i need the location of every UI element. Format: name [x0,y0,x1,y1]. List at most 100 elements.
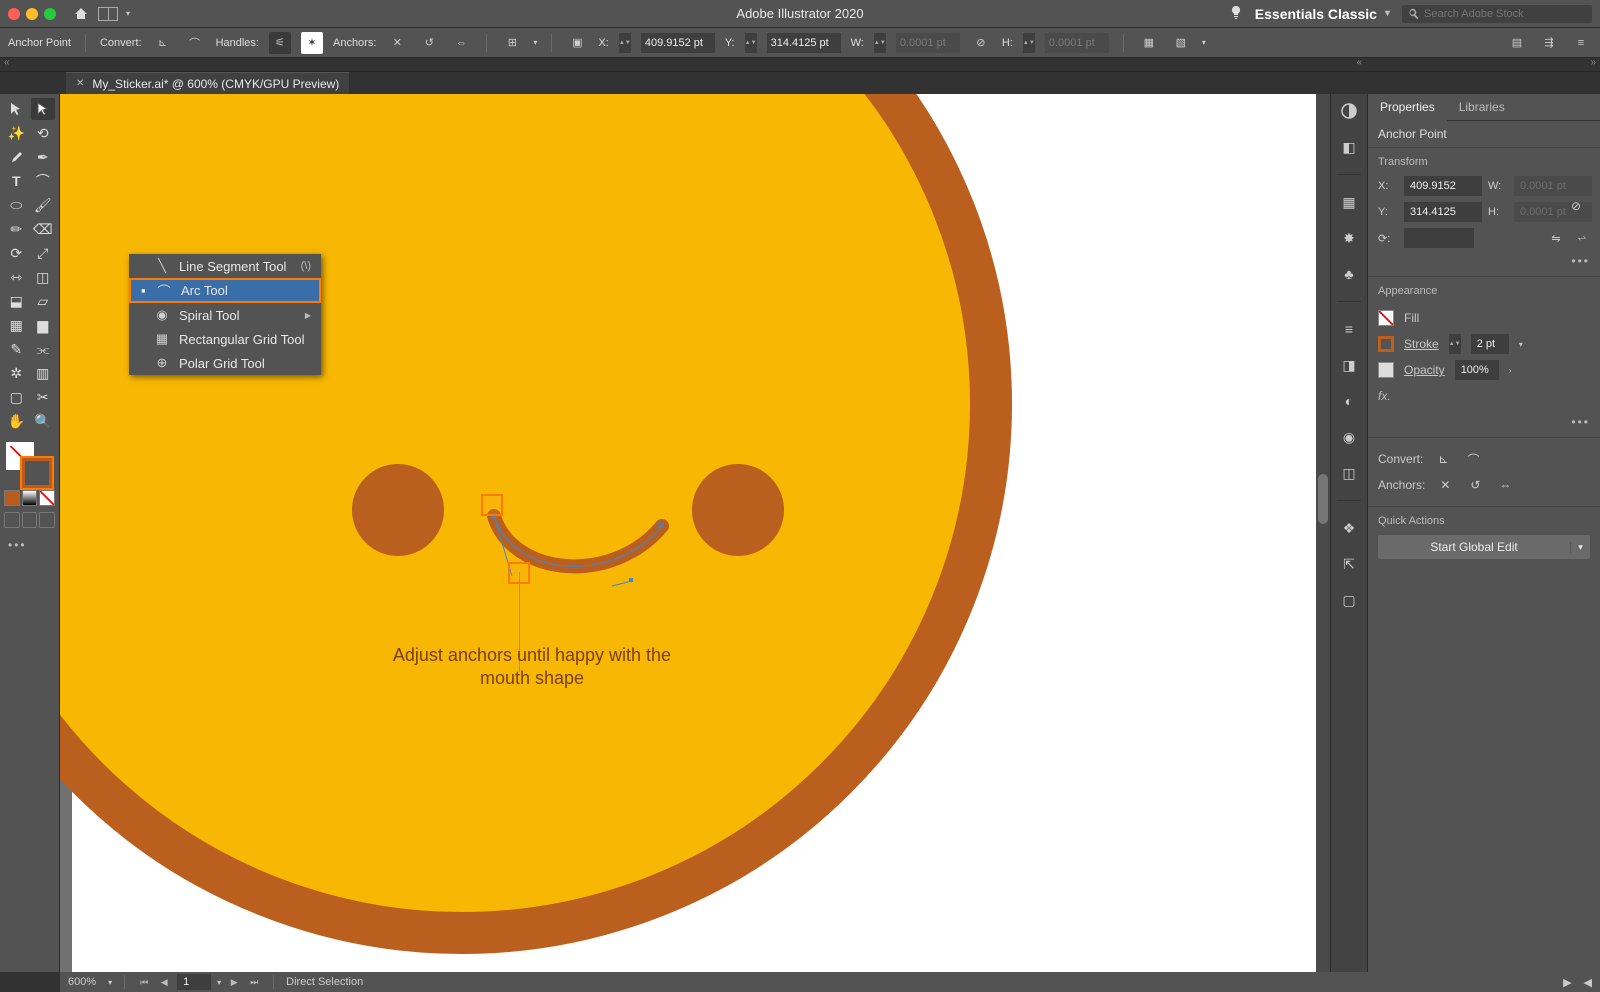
convert-to-smooth-icon[interactable]: ⌒ [184,32,206,54]
convert-to-corner-icon[interactable]: ⊾ [152,32,174,54]
discover-icon[interactable] [1229,5,1243,23]
flyout-polar-grid[interactable]: ⊕ Polar Grid Tool [129,351,321,375]
reference-point-icon[interactable]: ▣ [566,32,588,54]
align-panel-icon[interactable]: ▤ [1506,32,1528,54]
tf-angle-value[interactable] [1404,228,1474,248]
left-eye-shape[interactable] [352,464,444,556]
edit-mask-icon[interactable]: ▧ [1170,32,1192,54]
curvature-tool-icon[interactable]: ✒ [31,146,56,168]
paintbrush-tool-icon[interactable]: 🖌 [31,194,56,216]
right-eye-shape[interactable] [692,464,784,556]
mesh-tool-icon[interactable]: ▦ [4,314,29,336]
panel-connect-anchor-icon[interactable]: ↺ [1465,475,1485,495]
shape-builder-tool-icon[interactable]: ⬓ [4,290,29,312]
artboard-tool-icon[interactable]: ▢ [4,386,29,408]
eraser-tool-icon[interactable]: ⌫ [31,218,56,240]
isolate-icon[interactable]: ▦ [1138,32,1160,54]
edit-toolbar-button[interactable]: ••• [4,538,55,552]
type-tool-icon[interactable]: T [4,170,29,192]
y-value[interactable]: 314.4125 pt [767,33,841,53]
draw-behind-icon[interactable] [22,512,38,528]
eyedropper-tool-icon[interactable]: ✎ [4,338,29,360]
stroke-swatch[interactable] [22,458,52,488]
color-panel-icon[interactable] [1338,100,1360,122]
w-stepper[interactable]: ▲▼ [874,33,886,53]
document-tab[interactable]: ✕ My_Sticker.ai* @ 600% (CMYK/GPU Previe… [66,72,349,94]
hscroll-right-icon[interactable]: ◀ [1584,976,1592,989]
opacity-label[interactable]: Opacity [1404,363,1445,377]
flip-horizontal-icon[interactable]: ⇋ [1546,228,1566,248]
symbol-sprayer-tool-icon[interactable]: ✲ [4,362,29,384]
panel-convert-smooth-icon[interactable]: ⌒ [1463,449,1483,469]
first-artboard-icon[interactable]: ⏮ [137,975,151,989]
control-menu-icon[interactable]: ≡ [1570,32,1592,54]
color-button[interactable] [4,490,20,506]
opacity-swatch-prop[interactable] [1378,362,1394,378]
width-tool-icon[interactable]: ⇿ [4,266,29,288]
artboards-panel-icon[interactable]: ▢ [1338,589,1360,611]
asset-export-panel-icon[interactable]: ⇱ [1338,553,1360,575]
flyout-arc[interactable]: ▪ ⌒ Arc Tool [129,278,321,303]
flyout-rect-grid[interactable]: ▦ Rectangular Grid Tool [129,327,321,351]
stroke-panel-icon[interactable]: ≡ [1338,318,1360,340]
hscroll-left-icon[interactable]: ▶ [1563,976,1571,989]
handles-constrain-icon[interactable]: ⚟ [269,32,291,54]
link-wh-icon[interactable]: ⊘ [1566,196,1586,216]
fx-label[interactable]: fx. [1378,389,1391,403]
close-window-button[interactable] [8,8,20,20]
gradient-button[interactable] [22,490,38,506]
fill-stroke-swatch[interactable] [4,440,56,484]
vertical-scrollbar[interactable] [1316,94,1330,972]
flyout-line-segment[interactable]: ╲ Line Segment Tool (\) [129,254,321,278]
search-field[interactable] [1424,8,1586,20]
home-icon[interactable] [72,5,90,23]
color-guide-panel-icon[interactable]: ◧ [1338,136,1360,158]
rotate-tool-icon[interactable]: ⟳ [4,242,29,264]
next-artboard-icon[interactable]: ▶ [227,975,241,989]
h-stepper[interactable]: ▲▼ [1023,33,1035,53]
transparency-panel-icon[interactable]: ◐ [1338,390,1360,412]
draw-inside-icon[interactable] [39,512,55,528]
free-transform-tool-icon[interactable]: ◫ [31,266,56,288]
zoom-dropdown-icon[interactable]: ▾ [108,978,112,987]
tab-properties[interactable]: Properties [1368,94,1447,121]
selection-tool-icon[interactable] [4,98,29,120]
global-edit-dropdown-icon[interactable]: ▾ [1570,542,1590,553]
panel-convert-corner-icon[interactable]: ⊾ [1433,449,1453,469]
rectangle-tool-icon[interactable]: ⬭ [4,194,29,216]
artboard-number[interactable]: 1 [177,974,211,990]
fill-swatch-prop[interactable] [1378,310,1394,326]
zoom-tool-icon[interactable]: 🔍 [31,410,56,432]
x-value[interactable]: 409.9152 pt [641,33,715,53]
tf-y-value[interactable]: 314.4125 [1404,202,1482,222]
column-graph-tool-icon[interactable]: ▥ [31,362,56,384]
last-artboard-icon[interactable]: ⏭ [247,975,261,989]
perspective-tool-icon[interactable]: ▱ [31,290,56,312]
arrange-documents-chevron-icon[interactable]: ▾ [126,9,130,18]
tf-x-value[interactable]: 409.9152 [1404,176,1482,196]
flip-vertical-icon[interactable]: ⥋ [1572,228,1592,248]
draw-normal-icon[interactable] [4,512,20,528]
search-stock-input[interactable] [1402,5,1592,23]
tab-libraries[interactable]: Libraries [1447,94,1517,120]
scale-tool-icon[interactable]: ⤢ [31,242,56,264]
stroke-weight-value[interactable]: 2 pt [1471,334,1509,354]
cut-path-icon[interactable]: ⇔ [450,32,472,54]
minimize-window-button[interactable] [26,8,38,20]
appearance-panel-icon[interactable]: ◉ [1338,426,1360,448]
x-stepper[interactable]: ▲▼ [619,33,631,53]
stroke-label[interactable]: Stroke [1404,337,1439,351]
start-global-edit-button[interactable]: Start Global Edit ▾ [1378,535,1590,559]
appearance-more-button[interactable]: ••• [1378,415,1590,429]
transform-panel-icon[interactable]: ⇶ [1538,32,1560,54]
scrollbar-thumb[interactable] [1318,474,1328,524]
panel-remove-anchor-icon[interactable]: ✕ [1435,475,1455,495]
lasso-tool-icon[interactable]: ⟲ [31,122,56,144]
shaper-tool-icon[interactable]: ✏ [4,218,29,240]
graphic-styles-panel-icon[interactable]: ◫ [1338,462,1360,484]
link-dimensions-icon[interactable]: ⊘ [970,32,992,54]
remove-anchor-icon[interactable]: ✕ [386,32,408,54]
hand-tool-icon[interactable]: ✋ [4,410,29,432]
swatches-panel-icon[interactable]: ▦ [1338,191,1360,213]
direct-selection-tool-icon[interactable] [31,98,56,120]
